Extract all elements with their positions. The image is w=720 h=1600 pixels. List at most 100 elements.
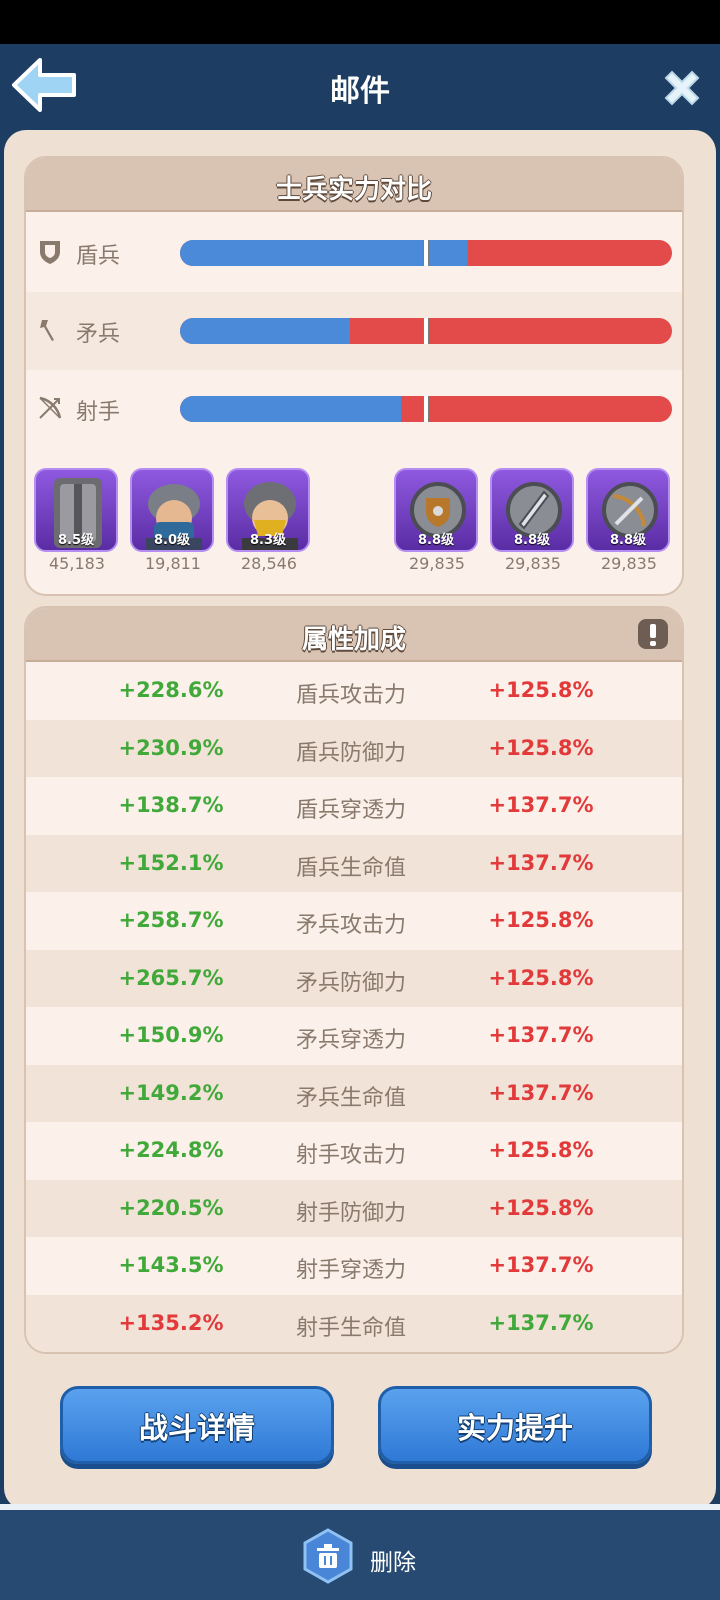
comparison-label: 矛兵 <box>76 322 121 347</box>
unit-card[interactable]: 8.0级 19,811 <box>130 468 216 573</box>
attribute-value-enemy: +125.8% <box>488 678 594 702</box>
attribute-row: +143.5% 射手穿透力 +137.7% <box>26 1237 682 1294</box>
attribute-value-self: +258.7% <box>118 908 224 932</box>
attribute-value-enemy: +137.7% <box>488 1080 594 1105</box>
shield-icon <box>40 241 60 264</box>
info-icon[interactable] <box>636 617 670 651</box>
attribute-row: +265.7% 矛兵防御力 +125.8% <box>26 949 682 1007</box>
card-title: 属性加成 <box>301 625 406 655</box>
attribute-value-enemy: +137.7% <box>488 850 594 875</box>
attribute-bonus-card: 属性加成 +228.6% 盾兵攻击力 +125.8% +230.9% 盾兵防御力 +125… <box>24 606 684 1354</box>
top-bar: 邮件 <box>0 44 720 130</box>
unit-level: 8.8级 <box>609 533 647 548</box>
attribute-name: 射手防御力 <box>295 1200 406 1226</box>
comparison-bar <box>180 396 672 422</box>
attribute-name: 矛兵穿透力 <box>295 1028 406 1053</box>
attribute-value-self: +152.1% <box>118 850 224 875</box>
attribute-value-enemy: +137.7% <box>488 793 594 817</box>
comparison-bar-fill <box>180 318 350 344</box>
attribute-value-enemy: +125.8% <box>488 908 594 932</box>
bottom-bar <box>0 1510 720 1600</box>
attribute-row: +138.7% 盾兵穿透力 +137.7% <box>26 777 682 834</box>
attribute-row: +150.9% 矛兵穿透力 +137.7% <box>26 1007 682 1064</box>
comparison-bar-midpoint <box>423 396 429 422</box>
attribute-value-self: +138.7% <box>118 793 224 817</box>
card-header: 属性加成 <box>26 608 682 662</box>
attribute-name: 矛兵攻击力 <box>295 913 406 938</box>
attribute-value-enemy: +137.7% <box>488 1310 594 1335</box>
spear-icon <box>40 320 54 341</box>
comparison-label: 射手 <box>76 400 121 425</box>
comparison-bar-fill <box>180 396 402 422</box>
unit-level: 8.8级 <box>513 533 551 548</box>
comparison-bar <box>180 318 672 344</box>
battle-details-label: 战斗详情 <box>138 1411 255 1445</box>
attribute-value-enemy: +137.7% <box>488 1253 594 1277</box>
card-title: 士兵实力对比 <box>275 175 432 205</box>
comparison-bar-midpoint <box>423 240 429 266</box>
attribute-name: 盾兵生命值 <box>295 855 406 881</box>
attribute-row: +220.5% 射手防御力 +125.8% <box>26 1179 682 1237</box>
unit-level: 8.3级 <box>249 533 287 548</box>
attribute-value-enemy: +125.8% <box>488 735 594 760</box>
attribute-name: 盾兵穿透力 <box>295 798 406 823</box>
unit-card[interactable]: 8.3级 28,546 <box>226 468 312 573</box>
trash-icon[interactable] <box>300 1528 356 1584</box>
attribute-value-enemy: +125.8% <box>488 1195 594 1220</box>
attribute-name: 盾兵防御力 <box>295 740 406 766</box>
page-title: 邮件 <box>330 74 390 109</box>
unit-count: 29,835 <box>601 554 657 573</box>
close-icon[interactable] <box>658 64 706 112</box>
attribute-row: +230.9% 盾兵防御力 +125.8% <box>26 719 682 777</box>
attribute-value-self: +149.2% <box>118 1080 224 1105</box>
attribute-name: 射手穿透力 <box>295 1258 406 1283</box>
comparison-bar-midpoint <box>423 318 429 344</box>
unit-card[interactable]: 8.8级 29,835 <box>394 468 480 573</box>
attribute-value-self: +220.5% <box>118 1195 224 1220</box>
attribute-value-enemy: +137.7% <box>488 1023 594 1047</box>
attribute-name: 射手攻击力 <box>295 1143 406 1168</box>
bow-icon <box>39 396 62 419</box>
unit-count: 29,835 <box>409 554 465 573</box>
power-up-label: 实力提升 <box>456 1411 573 1445</box>
unit-card[interactable]: 8.5级 45,183 <box>34 468 120 573</box>
attribute-name: 盾兵攻击力 <box>295 683 406 708</box>
unit-count: 29,835 <box>505 554 561 573</box>
comparison-bar <box>180 240 672 266</box>
attribute-value-self: +228.6% <box>118 678 224 702</box>
unit-card[interactable]: 8.8级 29,835 <box>490 468 576 573</box>
attribute-value-self: +150.9% <box>118 1023 224 1047</box>
attribute-row: +224.8% 射手攻击力 +125.8% <box>26 1122 682 1179</box>
comparison-row-spear: 矛兵 <box>26 292 682 370</box>
comparison-label: 盾兵 <box>76 244 121 269</box>
delete-label[interactable]: 删除 <box>370 1543 416 1577</box>
attribute-value-self: +230.9% <box>118 735 224 760</box>
attribute-value-self: +143.5% <box>118 1253 224 1277</box>
attribute-name: 矛兵生命值 <box>295 1085 406 1111</box>
attribute-value-enemy: +125.8% <box>488 965 594 990</box>
attribute-value-self: +265.7% <box>118 965 224 990</box>
comparison-row-shield: 盾兵 <box>26 214 682 292</box>
unit-card[interactable]: 8.8级 29,835 <box>586 468 672 573</box>
attribute-value-enemy: +125.8% <box>488 1138 594 1162</box>
mail-panel: 士兵实力对比 盾兵 矛兵 射手 8.5级 45,183 8.0级 19,811 … <box>4 130 716 1510</box>
attribute-row: +149.2% 矛兵生命值 +137.7% <box>26 1064 682 1122</box>
unit-level: 8.5级 <box>57 533 95 548</box>
comparison-row-archer: 射手 <box>26 370 682 448</box>
unit-count: 45,183 <box>49 554 105 573</box>
attribute-name: 射手生命值 <box>295 1315 406 1341</box>
unit-count: 19,811 <box>145 554 201 573</box>
attribute-row: +228.6% 盾兵攻击力 +125.8% <box>26 662 682 719</box>
soldier-comparison-card: 士兵实力对比 盾兵 矛兵 射手 8.5级 45,183 8.0级 19,811 … <box>24 156 684 596</box>
card-header: 士兵实力对比 <box>26 158 682 212</box>
attribute-name: 矛兵防御力 <box>295 970 406 996</box>
battle-details-button[interactable]: 战斗详情 <box>60 1386 334 1464</box>
attribute-value-self: +135.2% <box>118 1310 224 1335</box>
attribute-row: +135.2% 射手生命值 +137.7% <box>26 1294 682 1352</box>
unit-level: 8.0级 <box>153 533 191 548</box>
attribute-value-self: +224.8% <box>118 1138 224 1162</box>
power-up-button[interactable]: 实力提升 <box>378 1386 652 1464</box>
unit-count: 28,546 <box>241 554 297 573</box>
attribute-row: +258.7% 矛兵攻击力 +125.8% <box>26 892 682 949</box>
unit-level: 8.8级 <box>417 533 455 548</box>
